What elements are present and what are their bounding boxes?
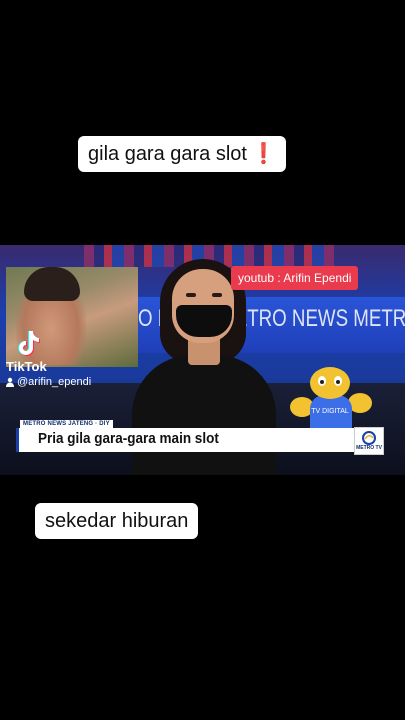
tiktok-username: @arifin_ependi bbox=[6, 376, 91, 388]
tiktok-icon bbox=[18, 331, 40, 356]
bottom-caption: sekedar hiburan bbox=[35, 503, 199, 539]
ticker-label: METRO NEWS JATENG · DIY bbox=[20, 420, 113, 428]
channel-logo: METRO TV bbox=[354, 427, 384, 455]
top-caption: gila gara gara slot ❗ bbox=[78, 136, 286, 172]
video-frame[interactable]: O NEWS METRO NEWS METRO NEW TikTok @arif… bbox=[0, 245, 405, 475]
top-caption-text: gila gara gara slot bbox=[88, 143, 247, 165]
tiktok-brand: TikTok bbox=[6, 359, 47, 374]
exclamation-emoji: ❗ bbox=[250, 143, 276, 165]
mascot-label: TV DIGITAL bbox=[311, 408, 349, 415]
anchor-body bbox=[132, 355, 276, 475]
anchor-right-eye bbox=[212, 293, 222, 297]
headline-text: Pria gila gara-gara main slot bbox=[38, 430, 219, 447]
inset-person-hair bbox=[24, 267, 80, 301]
tiktok-username-text: @arifin_ependi bbox=[17, 376, 92, 388]
channel-logo-text: METRO TV bbox=[356, 445, 382, 451]
channel-logo-icon bbox=[362, 431, 376, 445]
source-badge: youtub : Arifin Ependi bbox=[231, 266, 359, 290]
anchor-left-eye bbox=[186, 293, 196, 297]
user-icon bbox=[6, 377, 14, 387]
anchor-face-mask bbox=[176, 305, 232, 337]
